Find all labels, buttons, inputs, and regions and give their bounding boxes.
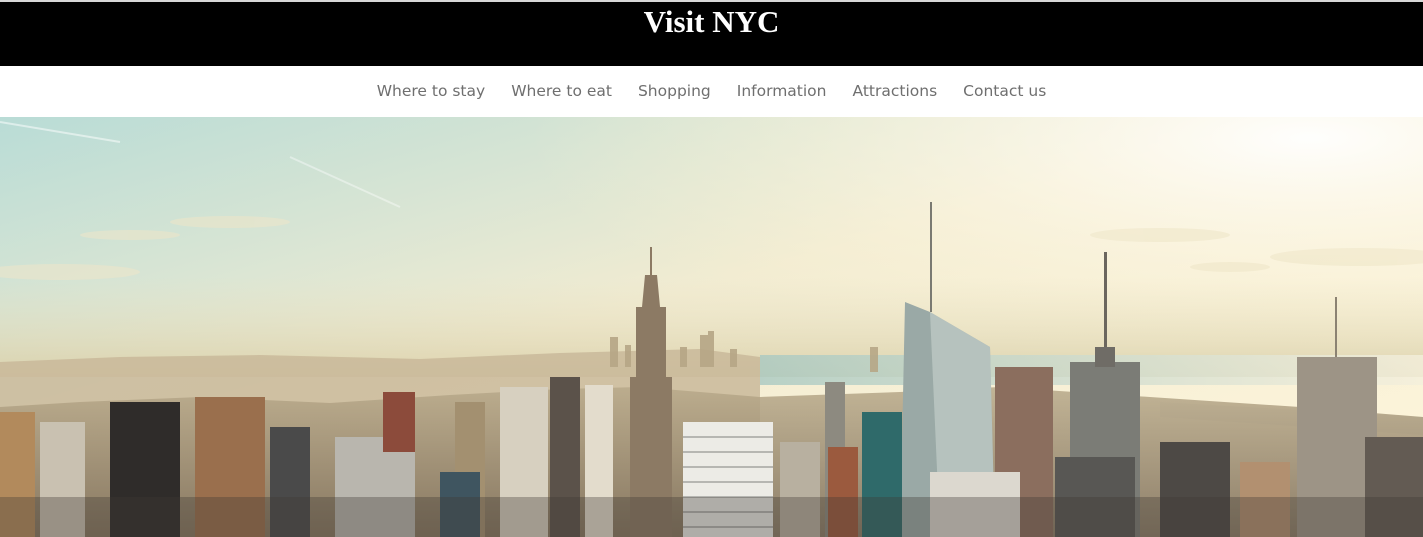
nav-item-where-to-stay[interactable]: Where to stay	[377, 66, 486, 117]
hero-image	[0, 117, 1423, 537]
nav-item-where-to-eat[interactable]: Where to eat	[511, 66, 612, 117]
nav-item-shopping[interactable]: Shopping	[638, 66, 711, 117]
nav-item-contact-us[interactable]: Contact us	[963, 66, 1046, 117]
main-nav: Where to stay Where to eat Shopping Info…	[0, 66, 1423, 117]
site-title: Visit NYC	[643, 4, 780, 39]
skyline-image	[0, 117, 1423, 537]
nav-item-attractions[interactable]: Attractions	[853, 66, 938, 117]
nav-item-information[interactable]: Information	[737, 66, 827, 117]
site-header: Visit NYC	[0, 2, 1423, 66]
